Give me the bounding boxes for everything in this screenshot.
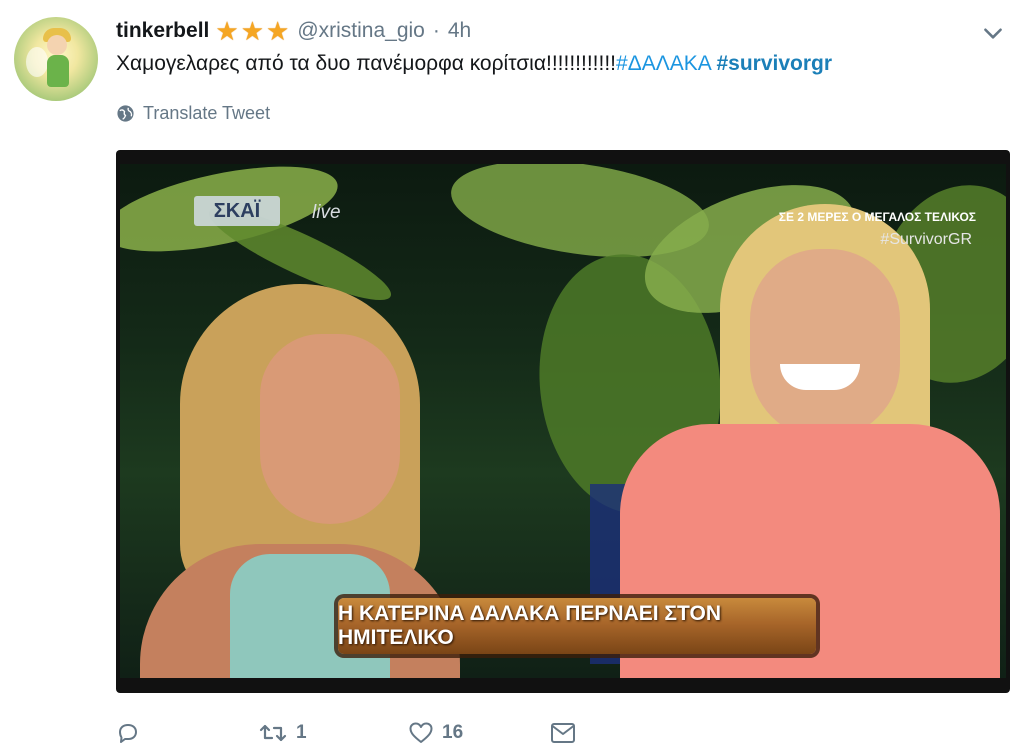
avatar-body	[47, 55, 69, 87]
retweet-icon	[259, 724, 287, 742]
channel-logo: ΣΚΑΪ	[194, 196, 280, 226]
timestamp[interactable]: 4h	[448, 19, 471, 43]
hashtag-dalaka[interactable]: #ΔΑΛΑΚΑ	[616, 52, 711, 75]
tweet-text: Χαμογελαρες από τα δυο πανέμορφα κορίτσι…	[116, 52, 832, 76]
name-badges: ★ ★ ★	[215, 18, 289, 44]
translate-label[interactable]: Translate Tweet	[143, 103, 270, 124]
tweet-actions: 1 16	[116, 716, 576, 750]
star-icon: ★	[215, 16, 239, 46]
tweet-media[interactable]: ΣΚΑΪ live ΣΕ 2 ΜΕΡΕΣ Ο ΜΕΓΑΛΟΣ ΤΕΛΙΚΟΣ #…	[116, 150, 1010, 693]
lower-third-caption: Η ΚΑΤΕΡΙΝΑ ΔΑΛΑΚΑ ΠΕΡΝΑΕΙ ΣΤΟΝ ΗΜΙΤΕΛΙΚΟ	[338, 598, 816, 654]
direct-message-button[interactable]	[550, 722, 576, 744]
overlay-hashtag: #SurvivorGR	[880, 231, 972, 248]
user-handle[interactable]: @xristina_gio	[297, 19, 425, 43]
like-count: 16	[442, 722, 464, 743]
avatar-wing	[26, 47, 48, 77]
star-icon: ★	[240, 16, 264, 46]
video-frame: ΣΚΑΪ live ΣΕ 2 ΜΕΡΕΣ Ο ΜΕΓΑΛΟΣ ΤΕΛΙΚΟΣ #…	[120, 164, 1006, 678]
globe-icon	[117, 105, 134, 122]
star-icon: ★	[266, 16, 290, 46]
overlay-caption: ΣΕ 2 ΜΕΡΕΣ Ο ΜΕΓΑΛΟΣ ΤΕΛΙΚΟΣ	[778, 210, 976, 224]
reply-icon	[119, 724, 137, 743]
hashtag-survivorgr[interactable]: #survivorgr	[716, 52, 832, 75]
avatar-head	[47, 35, 67, 55]
separator-dot: ·	[432, 19, 440, 42]
retweet-button[interactable]: 1	[258, 721, 408, 745]
live-label: live	[312, 202, 341, 223]
display-name[interactable]: tinkerbell	[116, 19, 209, 43]
like-button[interactable]: 16	[408, 721, 550, 745]
translate-tweet[interactable]: Translate Tweet	[116, 103, 270, 124]
heart-icon	[409, 722, 433, 743]
reply-button[interactable]	[116, 721, 258, 745]
tweet-header: tinkerbell ★ ★ ★ @xristina_gio · 4h	[116, 16, 471, 46]
retweet-count: 1	[296, 722, 307, 743]
avatar[interactable]	[14, 17, 98, 101]
tweet-text-body: Χαμογελαρες από τα δυο πανέμορφα κορίτσι…	[116, 52, 617, 75]
chevron-down-icon[interactable]	[980, 20, 1006, 46]
envelope-icon	[551, 723, 575, 743]
